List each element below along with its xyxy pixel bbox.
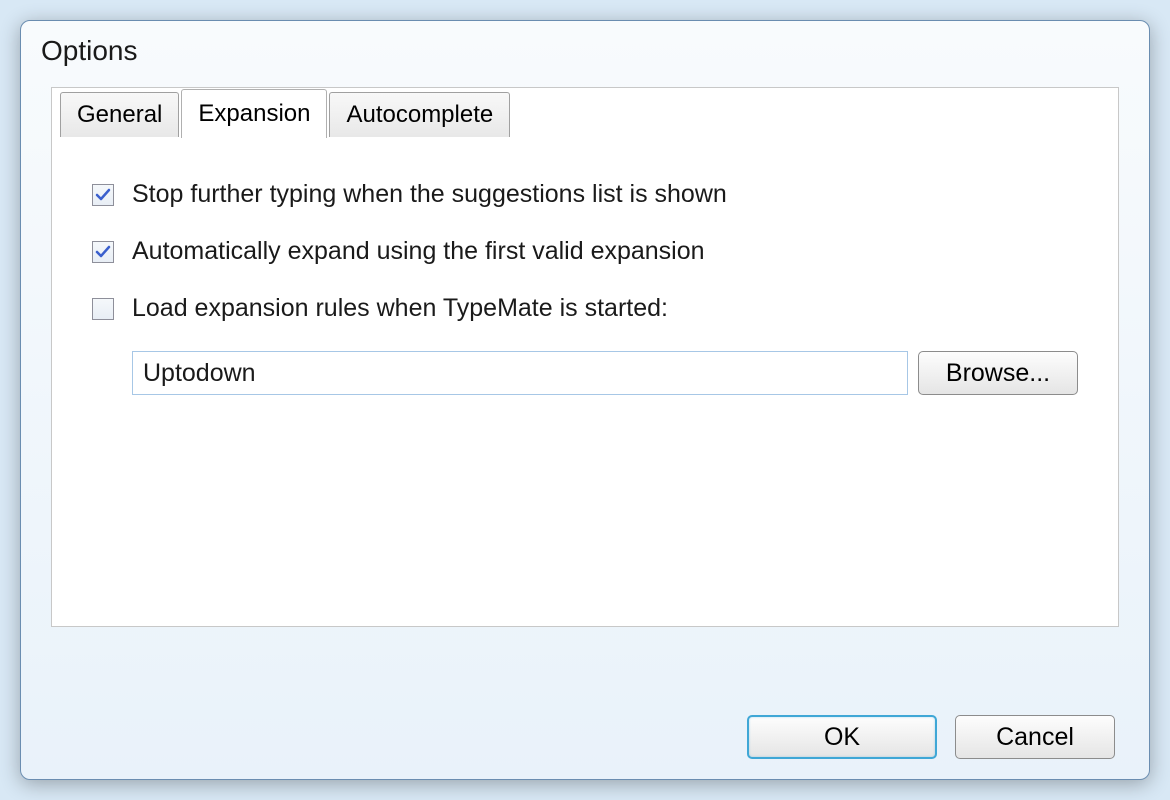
- cancel-button[interactable]: Cancel: [955, 715, 1115, 759]
- tab-panel: General Expansion Autocomplete Stop furt…: [51, 87, 1119, 627]
- tab-autocomplete[interactable]: Autocomplete: [329, 92, 510, 137]
- browse-button[interactable]: Browse...: [918, 351, 1078, 395]
- dialog-buttons: OK Cancel: [747, 715, 1115, 759]
- option-auto-expand: Automatically expand using the first val…: [92, 237, 1078, 266]
- dialog-title: Options: [21, 21, 1149, 77]
- checkbox-auto-expand[interactable]: [92, 241, 114, 263]
- checkbox-stop-typing[interactable]: [92, 184, 114, 206]
- tab-content-expansion: Stop further typing when the suggestions…: [52, 130, 1118, 425]
- options-dialog: Options General Expansion Autocomplete: [20, 20, 1150, 780]
- checkmark-icon: [95, 187, 111, 203]
- option-load-rules: Load expansion rules when TypeMate is st…: [92, 294, 1078, 323]
- checkbox-load-rules[interactable]: [92, 298, 114, 320]
- rules-path-input[interactable]: [132, 351, 908, 395]
- ok-button[interactable]: OK: [747, 715, 937, 759]
- tab-expansion[interactable]: Expansion: [181, 89, 327, 138]
- label-load-rules: Load expansion rules when TypeMate is st…: [132, 294, 668, 323]
- rules-path-row: Browse...: [132, 351, 1078, 395]
- option-stop-typing: Stop further typing when the suggestions…: [92, 180, 1078, 209]
- checkmark-icon: [95, 244, 111, 260]
- tab-strip: General Expansion Autocomplete: [60, 88, 512, 137]
- tab-general[interactable]: General: [60, 92, 179, 137]
- label-stop-typing: Stop further typing when the suggestions…: [132, 180, 727, 209]
- label-auto-expand: Automatically expand using the first val…: [132, 237, 705, 266]
